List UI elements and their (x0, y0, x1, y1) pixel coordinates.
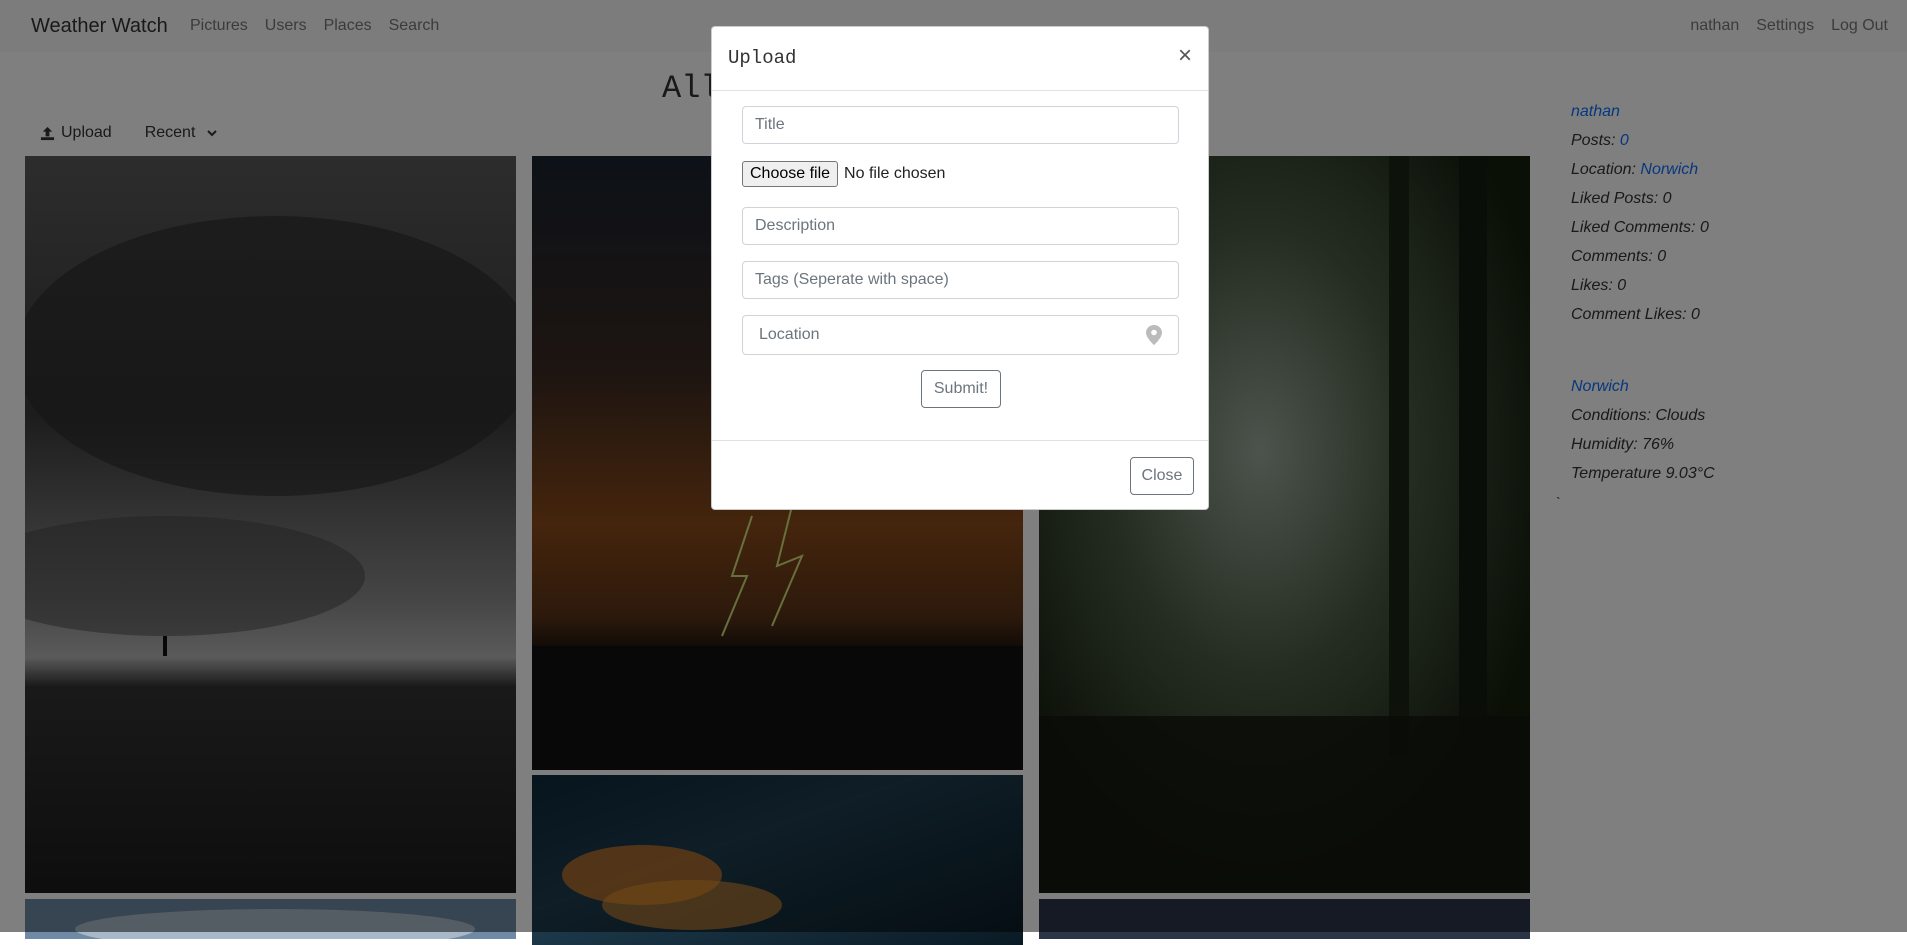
modal-footer: Close (712, 440, 1208, 511)
title-input[interactable] (742, 106, 1179, 144)
upload-modal: Upload × Choose file No file chosen Loca… (711, 26, 1209, 510)
file-status-text: No file chosen (844, 165, 946, 182)
location-placeholder: Location (759, 326, 820, 343)
choose-file-button[interactable]: Choose file (742, 161, 839, 187)
modal-header: Upload × (712, 27, 1208, 91)
file-picker: Choose file No file chosen (742, 161, 945, 187)
modal-title: Upload (728, 47, 797, 69)
map-marker-icon[interactable] (1146, 325, 1162, 345)
tags-input[interactable] (742, 261, 1179, 299)
close-button[interactable]: Close (1130, 457, 1194, 495)
close-icon[interactable]: × (1178, 44, 1192, 68)
description-input[interactable] (742, 207, 1179, 245)
submit-button[interactable]: Submit! (921, 370, 1001, 408)
location-input[interactable]: Location (742, 315, 1179, 355)
